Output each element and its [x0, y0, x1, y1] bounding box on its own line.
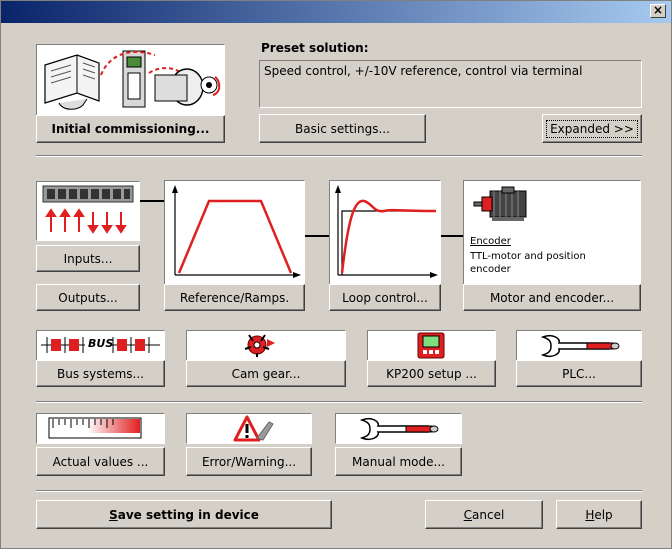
cam-gear-icon[interactable] [186, 330, 346, 361]
io-terminal-icon[interactable] [36, 181, 140, 241]
separator-top [36, 155, 642, 157]
basic-settings-button[interactable]: Basic settings... [259, 114, 426, 143]
bus-icon[interactable]: BUS [36, 330, 165, 361]
initial-commissioning-button[interactable]: Initial commissioning... [36, 115, 225, 143]
inputs-button[interactable]: Inputs... [36, 245, 140, 272]
bus-icon-text: BUS [88, 337, 114, 350]
preset-solution-box: Speed control, +/-10V reference, control… [259, 60, 642, 108]
ramp-graph-icon[interactable] [164, 180, 305, 285]
meter-icon[interactable] [36, 413, 165, 444]
connector-2 [305, 235, 329, 237]
kp200-setup-button[interactable]: KP200 setup ... [367, 360, 496, 387]
save-label: ave setting in device [117, 507, 259, 522]
cancel-label: ancel [472, 507, 505, 522]
motor-icon [473, 186, 527, 221]
loop-control-button[interactable]: Loop control... [329, 284, 441, 311]
manual-mode-button[interactable]: Manual mode... [335, 447, 462, 476]
bus-systems-button[interactable]: Bus systems... [36, 360, 165, 387]
commissioning-illustration-icon[interactable] [36, 44, 225, 116]
cam-gear-button[interactable]: Cam gear... [186, 360, 346, 387]
encoder-description: TTL-motor and position encoder [470, 251, 586, 275]
step-response-graph-icon[interactable] [329, 180, 441, 285]
motor-encoder-panel[interactable]: Encoder TTL-motor and position encoder [463, 180, 641, 285]
cancel-button[interactable]: Cancel [425, 500, 543, 529]
manual-mode-wrench-icon[interactable] [335, 413, 462, 444]
title-bar [1, 1, 671, 23]
save-setting-button[interactable]: Save setting in device [36, 500, 332, 529]
close-button[interactable]: × [650, 4, 666, 18]
help-label: elp [594, 507, 613, 522]
dialog-window: × Initial commissioning... Preset soluti… [0, 0, 672, 549]
kp200-keypad-icon[interactable] [367, 330, 496, 361]
expanded-label: Expanded >> [546, 119, 638, 138]
cancel-hotkey: C [463, 507, 473, 522]
plc-wrench-icon[interactable] [516, 330, 642, 361]
warning-icon[interactable] [186, 413, 312, 444]
actual-values-button[interactable]: Actual values ... [36, 447, 165, 476]
motor-encoder-button[interactable]: Motor and encoder... [463, 284, 641, 311]
reference-ramps-button[interactable]: Reference/Ramps. [164, 284, 305, 311]
help-button[interactable]: Help [556, 500, 642, 529]
connector-1 [140, 200, 164, 202]
encoder-title: Encoder [470, 236, 511, 247]
preset-solution-text: Speed control, +/-10V reference, control… [264, 64, 583, 78]
save-hotkey: S [109, 507, 118, 522]
outputs-button[interactable]: Outputs... [36, 284, 140, 311]
connector-3 [441, 235, 463, 237]
error-warning-button[interactable]: Error/Warning... [186, 447, 312, 476]
preset-solution-label: Preset solution: [261, 41, 369, 55]
separator-middle [36, 401, 642, 403]
separator-bottom [36, 490, 642, 492]
expanded-button[interactable]: Expanded >> [542, 114, 642, 143]
help-hotkey: H [585, 507, 595, 522]
plc-button[interactable]: PLC... [516, 360, 642, 387]
